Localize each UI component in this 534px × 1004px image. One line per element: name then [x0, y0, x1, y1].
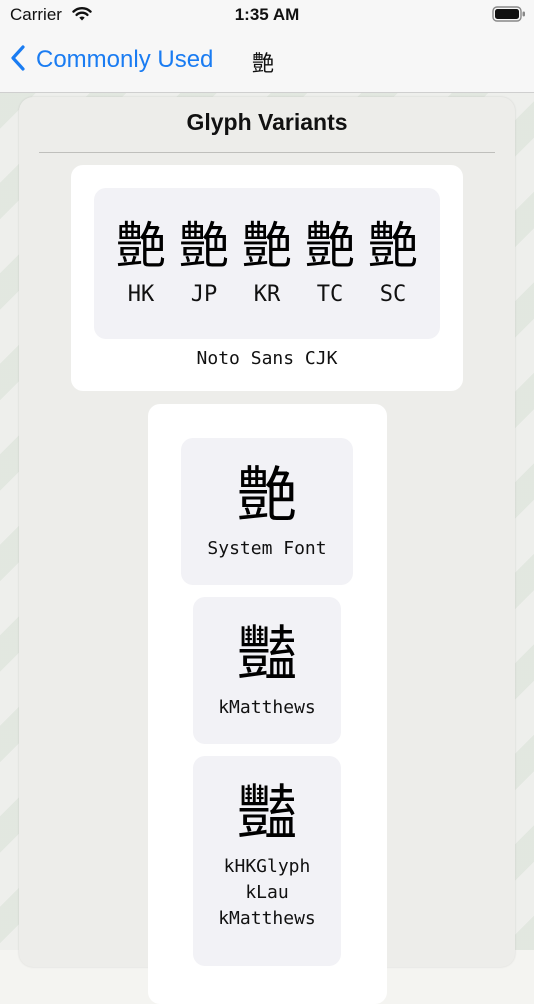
noto-variants-tile[interactable]: 艶 HK 艶 JP 艶 KR 艶 TC 艶 SC: [94, 188, 440, 339]
variant-jp: 艶 JP: [177, 218, 232, 307]
tile-caption: kMatthews: [218, 697, 316, 718]
variant-label: HK: [127, 282, 155, 307]
font-name-caption: Noto Sans CJK: [196, 348, 338, 369]
divider: [39, 152, 495, 153]
variant-sc: 艶 SC: [366, 218, 421, 307]
variant-tc: 艶 TC: [303, 218, 358, 307]
variant-glyph: 艶: [179, 217, 229, 275]
system-font-tile[interactable]: 艶 System Font: [181, 438, 353, 585]
variant-row: 艶 HK 艶 JP 艶 KR 艶 TC 艶 SC: [94, 218, 440, 307]
other-glyphs-panel: 艶 System Font 豔 kMatthews 豔 kHKGlyph kLa…: [148, 404, 387, 1004]
variant-label: SC: [379, 282, 407, 307]
glyph-char: 艶: [237, 461, 297, 531]
variant-glyph: 艶: [242, 217, 292, 275]
section-title: Glyph Variants: [186, 109, 348, 135]
status-time: 1:35 AM: [234, 5, 300, 24]
variant-label: TC: [316, 282, 344, 307]
nav-title: 艶: [252, 51, 275, 76]
variant-glyph: 艶: [116, 217, 166, 275]
variant-label: JP: [190, 282, 218, 307]
variant-glyph: 艶: [368, 217, 418, 275]
glyph-variants-card: Glyph Variants 艶 HK 艶 JP 艶 KR 艶 TC 艶 SC …: [19, 97, 515, 1004]
chevron-left-icon: [10, 44, 26, 77]
variant-kr: 艶 KR: [240, 218, 295, 307]
back-label: Commonly Used: [36, 46, 214, 73]
khkglyph-tile[interactable]: 豔 kHKGlyph kLau kMatthews: [193, 756, 341, 966]
status-bar: Carrier 1:35 AM: [0, 0, 534, 30]
noto-panel: 艶 HK 艶 JP 艶 KR 艶 TC 艶 SC Noto Sans CJK: [71, 165, 463, 391]
variant-glyph: 艶: [305, 217, 355, 275]
variant-hk: 艶 HK: [114, 218, 169, 307]
back-button[interactable]: Commonly Used: [10, 42, 213, 78]
navigation-bar: Commonly Used 艶: [0, 30, 534, 93]
kmatthews-tile[interactable]: 豔 kMatthews: [193, 597, 341, 744]
tile-caption-klau: kLau: [245, 882, 289, 903]
glyph-char: 豔: [237, 779, 297, 849]
tile-caption-hkglyph: kHKGlyph: [223, 856, 311, 877]
glyph-char: 豔: [237, 620, 297, 690]
tile-caption: System Font: [207, 538, 327, 559]
variant-label: KR: [253, 282, 281, 307]
battery-icon: [492, 6, 526, 27]
tile-caption-kmatthews: kMatthews: [218, 908, 316, 929]
